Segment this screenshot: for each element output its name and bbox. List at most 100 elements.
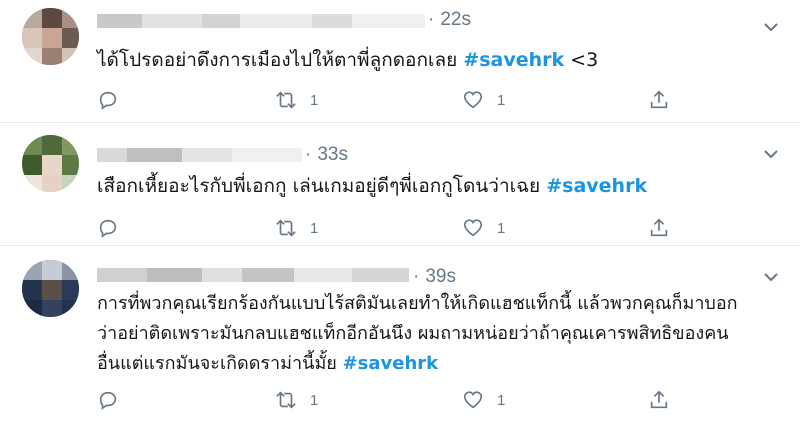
reply-button[interactable] (97, 388, 119, 412)
share-button[interactable] (648, 88, 670, 112)
like-button[interactable]: 1 (462, 88, 505, 112)
like-button[interactable]: 1 (462, 216, 505, 240)
avatar-pixel (62, 260, 79, 280)
avatar-pixel (22, 8, 42, 28)
avatar[interactable] (22, 8, 79, 65)
tweet-text-line: ว่าอย่าติดเพราะมันกลบแฮชแท็กอีกอันนึง ผม… (97, 323, 729, 344)
tweet-timestamp[interactable]: · 39s (413, 266, 456, 288)
retweet-button[interactable]: 1 (275, 88, 318, 112)
chevron-down-icon[interactable] (762, 268, 780, 286)
blur-block (352, 268, 409, 282)
blur-block (147, 268, 202, 282)
blur-block (97, 14, 142, 28)
avatar-pixel (62, 155, 79, 175)
avatar-pixel (22, 260, 42, 280)
avatar-pixel (42, 300, 62, 317)
blur-block (312, 14, 352, 28)
avatar-pixel (22, 175, 42, 192)
blur-block (202, 14, 240, 28)
like-icon (463, 91, 483, 109)
tweet[interactable]: · 33s เสือกเหี้ยอะไรกับพี่เอกกู เล่นเกมอย… (0, 123, 800, 246)
tweet-text-body: ได้โปรดอย่าดึงการเมืองไปให้ตาพี่ลูกดอกเล… (97, 49, 464, 71)
avatar-pixel (22, 280, 42, 300)
hashtag-link[interactable]: #savehrk (463, 49, 564, 71)
like-count: 1 (497, 91, 506, 109)
tweet[interactable]: · 22s ได้โปรดอย่าดึงการเมืองไปให้ตาพี่ลูก… (0, 0, 800, 123)
tweet-text: เสือกเหี้ยอะไรกับพี่เอกกู เล่นเกมอยู่ดีๆ… (97, 172, 777, 200)
blur-block (352, 14, 425, 28)
blur-block (240, 14, 312, 28)
share-button[interactable] (648, 216, 670, 240)
separator-dot: · (305, 144, 312, 165)
chevron-down-icon[interactable] (762, 18, 780, 36)
reply-button[interactable] (97, 88, 119, 112)
retweet-button[interactable]: 1 (275, 216, 318, 240)
avatar-pixel (22, 28, 42, 48)
tweet-text: ได้โปรดอย่าดึงการเมืองไปให้ตาพี่ลูกดอกเล… (97, 46, 777, 74)
retweet-icon (276, 391, 296, 409)
reply-icon (99, 91, 117, 110)
avatar-pixel (42, 135, 62, 155)
avatar-pixel (42, 280, 62, 300)
tweet-timestamp[interactable]: · 33s (305, 144, 348, 166)
avatar-pixel (42, 8, 62, 28)
blurred-username[interactable] (97, 268, 409, 282)
blurred-username[interactable] (97, 14, 425, 28)
avatar[interactable] (22, 135, 79, 192)
reply-icon (99, 391, 117, 410)
share-icon (650, 218, 668, 237)
avatar-pixel (62, 300, 79, 317)
like-icon (463, 219, 483, 237)
timestamp-text: 22s (440, 9, 471, 30)
avatar-pixel (22, 135, 42, 155)
tweet-timestamp[interactable]: · 22s (428, 9, 471, 31)
blur-block (242, 268, 294, 282)
timestamp-text: 33s (317, 144, 348, 165)
blur-block (127, 148, 182, 162)
avatar-pixel (22, 300, 42, 317)
chevron-down-icon[interactable] (762, 145, 780, 163)
tweet-text-body: อื่นแต่แรกมันจะเกิดดราม่านี้มั้ย (97, 353, 343, 374)
like-count: 1 (497, 219, 506, 237)
avatar-pixel (62, 280, 79, 300)
retweet-count: 1 (310, 219, 319, 237)
reply-icon (99, 219, 117, 238)
share-button[interactable] (648, 388, 670, 412)
tweet[interactable]: · 39s การที่พวกคุณเรียกร้องกันแบบไร้สติมั… (0, 246, 800, 426)
separator-dot: · (428, 9, 435, 30)
tweet-actions: 1 1 (97, 88, 677, 112)
retweet-button[interactable]: 1 (275, 388, 318, 412)
reply-button[interactable] (97, 216, 119, 240)
blur-block (97, 148, 127, 162)
avatar-pixel (22, 48, 42, 65)
blur-block (232, 148, 302, 162)
avatar-pixel (42, 155, 62, 175)
avatar-pixel (42, 260, 62, 280)
tweet-text-tail: <3 (564, 49, 599, 71)
avatar-pixel (62, 135, 79, 155)
retweet-count: 1 (310, 91, 319, 109)
like-button[interactable]: 1 (462, 388, 505, 412)
tweet-text-body: เสือกเหี้ยอะไรกับพี่เอกกู เล่นเกมอยู่ดีๆ… (97, 175, 547, 197)
avatar[interactable] (22, 260, 79, 317)
hashtag-link[interactable]: #savehrk (546, 175, 647, 197)
blurred-username[interactable] (97, 148, 302, 162)
hashtag-link[interactable]: #savehrk (343, 353, 439, 374)
blur-block (97, 268, 147, 282)
avatar-pixel (62, 28, 79, 48)
retweet-icon (276, 91, 296, 109)
blur-block (182, 148, 232, 162)
tweet-text-line-last: อื่นแต่แรกมันจะเกิดดราม่านี้มั้ย #savehr… (97, 349, 777, 379)
avatar-pixel (62, 8, 79, 28)
tweet-text: การที่พวกคุณเรียกร้องกันแบบไร้สติมันเลยท… (97, 289, 777, 379)
tweet-actions: 1 1 (97, 388, 677, 412)
separator-dot: · (413, 266, 420, 287)
blur-block (202, 268, 242, 282)
avatar-pixel (62, 175, 79, 192)
blur-block (142, 14, 202, 28)
share-icon (650, 90, 668, 109)
blur-block (294, 268, 352, 282)
like-count: 1 (497, 391, 506, 409)
avatar-pixel (42, 175, 62, 192)
like-icon (463, 391, 483, 409)
